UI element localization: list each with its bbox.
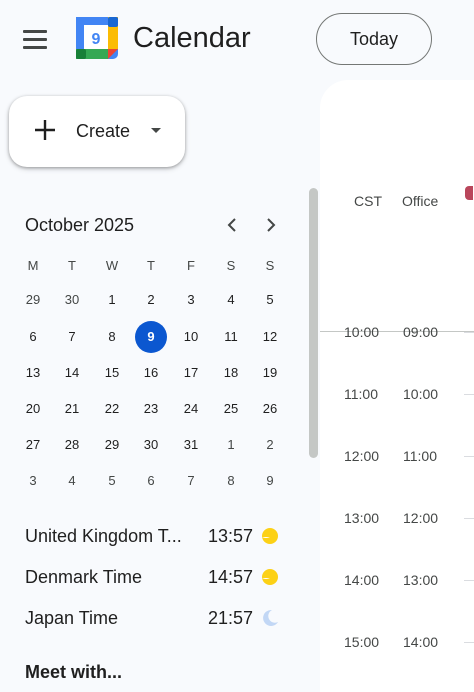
mini-calendar-day[interactable]: 17 bbox=[175, 357, 207, 389]
mini-calendar-day[interactable]: 2 bbox=[254, 429, 286, 461]
mini-calendar-day[interactable]: 23 bbox=[135, 393, 167, 425]
time-label-primary: 10:00 bbox=[344, 324, 380, 340]
world-clock-time: 13:57 bbox=[208, 526, 254, 546]
weekday-header: T bbox=[147, 258, 155, 273]
mini-calendar-day[interactable]: 24 bbox=[175, 393, 207, 425]
mini-calendar-day[interactable]: 15 bbox=[96, 357, 128, 389]
mini-calendar-day[interactable]: 7 bbox=[56, 321, 88, 353]
mini-calendar-day[interactable]: 21 bbox=[56, 393, 88, 425]
timezone-label-primary: CST bbox=[354, 193, 382, 209]
mini-calendar-day[interactable]: 13 bbox=[17, 357, 49, 389]
mini-calendar-day[interactable]: 31 bbox=[175, 429, 207, 461]
mini-calendar-day[interactable]: 8 bbox=[96, 321, 128, 353]
mini-calendar-day[interactable]: 27 bbox=[17, 429, 49, 461]
time-label-secondary: 12:00 bbox=[403, 510, 439, 526]
time-label-secondary: 13:00 bbox=[403, 572, 439, 588]
chevron-left-icon[interactable] bbox=[219, 212, 245, 238]
mini-calendar-day[interactable]: 30 bbox=[135, 429, 167, 461]
mini-calendar-day[interactable]: 5 bbox=[254, 284, 286, 316]
time-label-secondary: 10:00 bbox=[403, 386, 439, 402]
mini-calendar-day[interactable]: 2 bbox=[135, 284, 167, 316]
time-label-secondary: 14:00 bbox=[403, 634, 439, 650]
mini-calendar-day[interactable]: 19 bbox=[254, 357, 286, 389]
create-button[interactable]: Create bbox=[9, 96, 185, 167]
mini-calendar-day[interactable]: 20 bbox=[17, 393, 49, 425]
weekday-header: S bbox=[226, 258, 236, 273]
weekday-header: F bbox=[187, 258, 195, 273]
weekday-header: M bbox=[27, 258, 39, 273]
hour-gridline bbox=[464, 518, 474, 519]
meet-with-heading[interactable]: Meet with... bbox=[25, 662, 122, 683]
hour-gridline bbox=[464, 394, 474, 395]
time-label-primary: 12:00 bbox=[344, 448, 380, 464]
mini-calendar-day[interactable]: 14 bbox=[56, 357, 88, 389]
mini-calendar-day[interactable]: 6 bbox=[17, 321, 49, 353]
time-label-primary: 14:00 bbox=[344, 572, 380, 588]
hamburger-menu-icon[interactable] bbox=[18, 24, 52, 54]
world-clock-name: United Kingdom T... bbox=[25, 526, 182, 546]
plus-icon bbox=[35, 120, 55, 140]
hour-gridline bbox=[464, 332, 474, 333]
weekday-header: S bbox=[265, 258, 275, 273]
mini-calendar-day[interactable]: 7 bbox=[175, 465, 207, 497]
mini-calendar-day[interactable]: 3 bbox=[17, 465, 49, 497]
sun-icon bbox=[262, 569, 278, 585]
mini-calendar-day[interactable]: 1 bbox=[215, 429, 247, 461]
caret-down-icon[interactable] bbox=[151, 128, 161, 133]
time-label-secondary: 11:00 bbox=[403, 448, 437, 464]
sun-icon bbox=[262, 528, 278, 544]
calendar-logo-icon[interactable]: 9 bbox=[76, 17, 118, 59]
mini-calendar-day[interactable]: 29 bbox=[17, 284, 49, 316]
world-clock-row[interactable]: United Kingdom T... 13:57 bbox=[25, 522, 285, 550]
weekday-header: T bbox=[68, 258, 76, 273]
moon-icon bbox=[263, 609, 278, 626]
mini-calendar-day[interactable]: 10 bbox=[175, 321, 207, 353]
mini-calendar-day[interactable]: 29 bbox=[96, 429, 128, 461]
world-clock-name: Denmark Time bbox=[25, 567, 143, 587]
mini-calendar-day[interactable]: 9 bbox=[254, 465, 286, 497]
world-clock-row[interactable]: Japan Time 21:57 bbox=[25, 604, 285, 632]
mini-calendar-month-title: October 2025 bbox=[25, 215, 135, 235]
mini-calendar-day[interactable]: 25 bbox=[215, 393, 247, 425]
world-clock-name: Japan Time bbox=[25, 608, 119, 628]
mini-calendar-day[interactable]: 12 bbox=[254, 321, 286, 353]
mini-calendar-day[interactable]: 1 bbox=[96, 284, 128, 316]
mini-calendar-day[interactable]: 28 bbox=[56, 429, 88, 461]
mini-calendar-day[interactable]: 18 bbox=[215, 357, 247, 389]
weekday-header: W bbox=[105, 258, 119, 273]
hour-gridline bbox=[464, 456, 474, 457]
mini-calendar-day[interactable]: 5 bbox=[96, 465, 128, 497]
hour-gridline bbox=[464, 580, 474, 581]
time-label-primary: 13:00 bbox=[344, 510, 380, 526]
mini-calendar-day[interactable]: 30 bbox=[56, 284, 88, 316]
create-label: Create bbox=[76, 121, 131, 141]
time-label-secondary: 09:00 bbox=[403, 324, 439, 340]
mini-calendar-day-today[interactable]: 9 bbox=[135, 321, 167, 353]
top-bar: 9 Calendar Today bbox=[0, 0, 474, 80]
calendar-color-chip bbox=[465, 186, 473, 200]
mini-calendar-day[interactable]: 4 bbox=[215, 284, 247, 316]
mini-calendar-day[interactable]: 16 bbox=[135, 357, 167, 389]
mini-calendar-day[interactable]: 6 bbox=[135, 465, 167, 497]
time-label-primary: 15:00 bbox=[344, 634, 380, 650]
world-clock-row[interactable]: Denmark Time 14:57 bbox=[25, 563, 285, 591]
sidebar-scrollbar[interactable] bbox=[309, 188, 318, 458]
mini-calendar-day[interactable]: 26 bbox=[254, 393, 286, 425]
logo-day-text: 9 bbox=[92, 31, 101, 48]
hour-gridline bbox=[464, 642, 474, 643]
timezone-label-secondary: Office bbox=[402, 193, 439, 209]
chevron-right-icon[interactable] bbox=[258, 212, 284, 238]
world-clock-time: 14:57 bbox=[208, 567, 254, 587]
world-clock-time: 21:57 bbox=[208, 608, 254, 628]
time-label-primary: 11:00 bbox=[344, 386, 378, 402]
mini-calendar-day[interactable]: 3 bbox=[175, 284, 207, 316]
app-title: Calendar bbox=[133, 22, 251, 54]
mini-calendar-day[interactable]: 11 bbox=[215, 321, 247, 353]
mini-calendar-day[interactable]: 22 bbox=[96, 393, 128, 425]
mini-calendar-day[interactable]: 8 bbox=[215, 465, 247, 497]
mini-calendar-day[interactable]: 4 bbox=[56, 465, 88, 497]
today-button[interactable]: Today bbox=[316, 13, 432, 65]
